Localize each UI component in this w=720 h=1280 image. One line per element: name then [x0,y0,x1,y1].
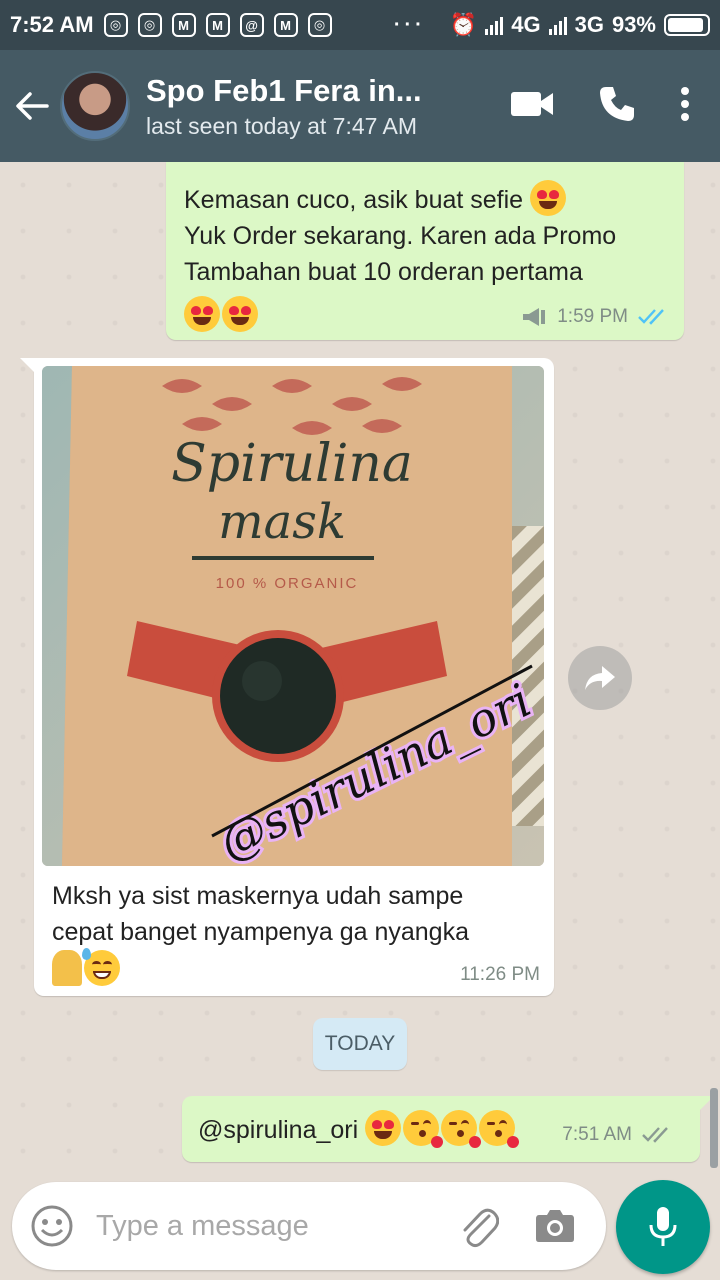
conversation-area[interactable]: Kemasan cuco, asik buat sefie Yuk Order … [0,162,720,1180]
forward-arrow-icon [585,666,615,690]
double-check-read-icon [638,309,664,325]
network-label-2: 3G [574,12,604,37]
message-input[interactable] [96,1209,436,1243]
message-line: Kemasan cuco, asik buat sefie [184,186,524,214]
message-bubble-outgoing[interactable]: @spirulina_ori 7:51 AM [182,1096,714,1162]
face-blowing-kiss-emoji [441,1110,482,1148]
paperclip-icon [463,1208,499,1248]
arrow-left-icon [16,92,49,120]
package-brand-line2: mask [218,494,346,550]
gmail-icon: M [171,13,196,37]
video-camera-icon [511,91,553,116]
broadcast-megaphone-icon [523,308,546,326]
contact-info[interactable]: Spo Feb1 Fera in... last seen today at 7… [146,73,466,140]
last-seen-status: last seen today at 7:47 AM [146,112,418,139]
date-separator: TODAY [313,1018,407,1070]
message-meta: 11:26 PM [460,964,540,986]
double-check-delivered-icon [642,1127,668,1143]
message-line: Tambahan buat 10 orderan pertama [184,258,583,286]
voice-call-button[interactable] [598,85,636,128]
gmail-icon: M [205,13,230,37]
message-composer [0,1180,720,1280]
back-button[interactable] [4,50,60,162]
video-call-button[interactable] [510,90,554,123]
heart-eyes-emoji [184,296,220,332]
folded-hands-emoji [52,950,82,986]
message-line: Yuk Order sekarang. Karen ada Promo [184,222,617,250]
package-brand-line1: Spirulina [171,434,413,494]
smiley-icon [31,1205,73,1247]
message-input-container[interactable] [12,1182,606,1270]
forward-button[interactable] [568,646,632,710]
message-bubble-incoming[interactable]: Spirulina mask 100 % ORGANIC @spirulina_… [20,358,554,996]
emoji-button[interactable] [22,1182,82,1270]
more-notifications-icon: ··· [393,13,426,36]
contact-avatar[interactable] [60,71,130,141]
message-time: 7:51 AM [562,1124,632,1145]
battery-percent: 93% [611,12,656,37]
alarm-icon: ⏰ [449,12,478,37]
package-tagline: 100 % ORGANIC [216,575,359,592]
message-time: 11:26 PM [460,964,540,985]
camera-icon [536,1210,574,1242]
message-meta: 7:51 AM [562,1124,672,1146]
instagram-icon: ◎ [307,13,332,37]
message-text: @spirulina_ori [198,1116,359,1144]
heart-eyes-emoji [365,1110,402,1146]
gmail-icon: M [273,13,298,37]
status-bar: 7:52 AM ◎ ◎ M M @ M ◎ ··· ⏰ 4G 3G 93% [0,0,720,50]
instagram-icon: ◎ [137,13,162,37]
heart-eyes-emoji [530,180,567,216]
battery-icon [664,14,710,36]
signal-icon [548,15,567,35]
network-label-1: 4G [511,12,541,37]
attach-button[interactable] [454,1196,504,1256]
contact-name: Spo Feb1 Fera in... [146,72,422,108]
microphone-icon [649,1207,677,1246]
more-options-button[interactable] [680,86,690,127]
scrollbar[interactable] [710,1088,718,1168]
product-photo: Spirulina mask 100 % ORGANIC @spirulina_… [42,366,544,866]
email-at-icon: @ [239,13,264,37]
face-blowing-kiss-emoji [479,1110,520,1148]
voice-record-button[interactable] [616,1180,710,1274]
status-time: 7:52 AM [10,12,94,37]
camera-button[interactable] [530,1196,580,1256]
message-time: 1:59 PM [557,306,628,327]
instagram-icon: ◎ [103,13,128,37]
phone-icon [600,86,634,121]
grinning-sweat-emoji [82,948,120,986]
message-line: Mksh ya sist maskernya udah sampe [52,882,464,910]
heart-eyes-emoji [222,296,258,332]
signal-icon [485,15,504,35]
face-blowing-kiss-emoji [403,1110,444,1148]
message-photo[interactable]: Spirulina mask 100 % ORGANIC @spirulina_… [42,366,544,866]
message-meta: 1:59 PM [521,306,668,328]
more-vertical-icon [681,86,689,121]
message-bubble-outgoing[interactable]: Kemasan cuco, asik buat sefie Yuk Order … [166,162,684,340]
chat-header: Spo Feb1 Fera in... last seen today at 7… [0,50,720,162]
message-line: cepat banget nyampenya ga nyangka [52,918,469,946]
